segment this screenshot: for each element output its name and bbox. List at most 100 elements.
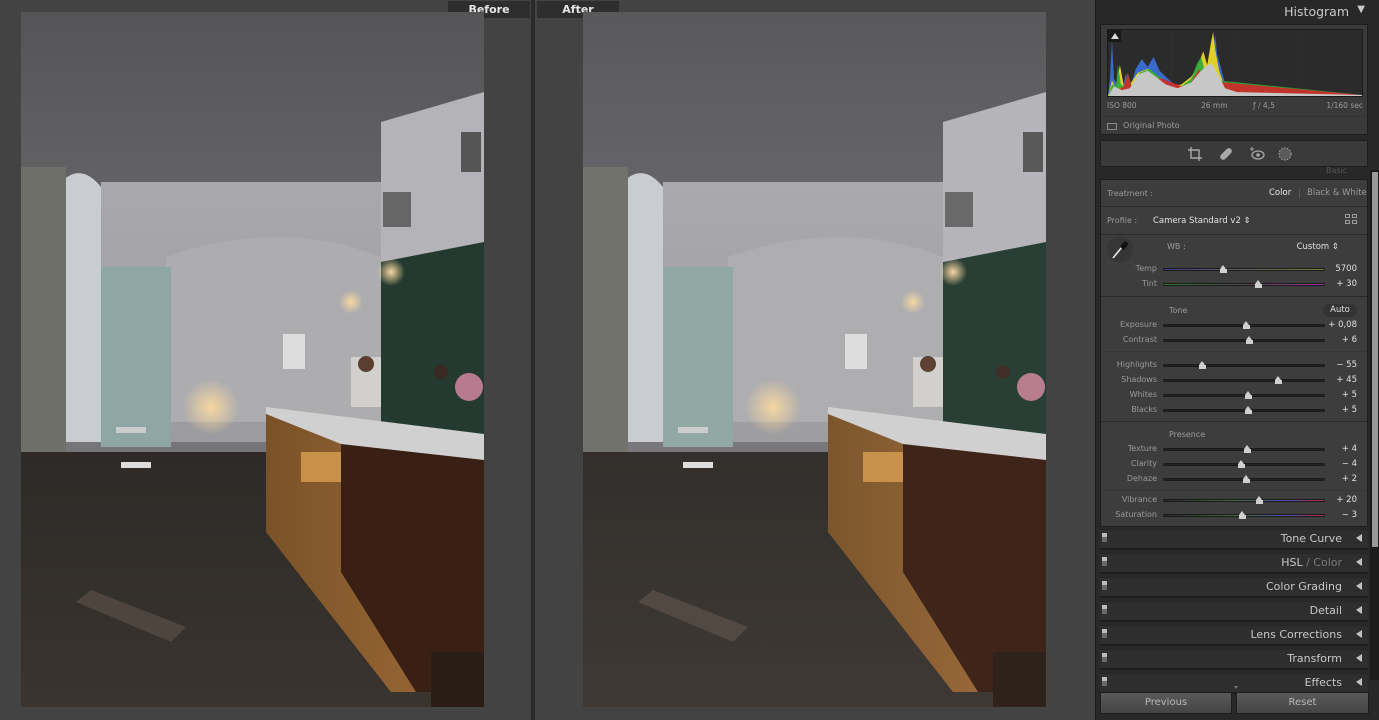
separator [1101,296,1367,297]
histogram-curve [1108,30,1362,96]
triangle-down-icon[interactable]: ▼ [1357,4,1365,15]
treatment-bw-button[interactable]: Black & White [1307,188,1367,198]
before-pane: Before [0,0,531,720]
separator [1101,421,1367,422]
dehaze-slider[interactable] [1163,475,1325,483]
texture-slider[interactable] [1163,445,1325,453]
healing-icon[interactable] [1218,146,1234,162]
triangle-left-icon[interactable] [1356,654,1362,662]
clarity-slider[interactable] [1163,460,1325,468]
section-title: Detail [1309,604,1342,617]
scrollbar-thumb[interactable] [1372,172,1378,547]
triangle-left-icon[interactable] [1356,606,1362,614]
triangle-left-icon[interactable] [1356,534,1362,542]
section-lens-corrections[interactable]: Lens Corrections [1100,626,1368,646]
section-toggle-switch[interactable] [1102,677,1107,686]
tint-slider[interactable] [1163,280,1325,288]
section-toggle-switch[interactable] [1102,557,1107,566]
red-eye-icon[interactable] [1249,146,1265,162]
saturation-slider-thumb[interactable] [1238,511,1246,519]
masking-icon[interactable] [1277,146,1293,162]
tint-value[interactable]: + 30 [1336,279,1357,289]
temp-value[interactable]: 5700 [1335,264,1357,274]
basic-section-header[interactable]: Basic [1326,166,1347,175]
exposure-slider-thumb[interactable] [1242,321,1250,329]
clarity-value[interactable]: − 4 [1342,459,1357,469]
section-toggle-switch[interactable] [1102,581,1107,590]
temp-slider-thumb[interactable] [1220,265,1228,273]
triangle-left-icon[interactable] [1356,582,1362,590]
tint-slider-thumb[interactable] [1255,280,1263,288]
texture-slider-thumb[interactable] [1244,445,1252,453]
cafe-interior-image [583,12,1046,707]
treatment-color-button[interactable]: Color [1269,188,1291,198]
original-photo-checkbox[interactable] [1107,123,1117,130]
before-photo[interactable] [21,12,484,707]
triangle-left-icon[interactable] [1356,558,1362,566]
section-toggle-switch[interactable] [1102,533,1107,542]
whites-slider[interactable] [1163,391,1325,399]
highlights-value[interactable]: − 55 [1336,360,1357,370]
previous-button[interactable]: Previous [1100,692,1232,714]
eyedropper-icon[interactable] [1107,236,1133,262]
whites-label: Whites [1129,390,1157,399]
section-label: HSL / Color [1281,556,1342,569]
vibrance-label: Vibrance [1121,495,1157,504]
exposure-value[interactable]: + 0,08 [1328,320,1357,330]
texture-value[interactable]: + 4 [1342,444,1357,454]
original-photo-row[interactable]: Original Photo [1101,116,1367,135]
after-photo[interactable] [583,12,1046,707]
vibrance-slider[interactable] [1163,496,1325,504]
section-hsl[interactable]: HSL / Color [1100,554,1368,574]
clarity-slider-thumb[interactable] [1237,460,1245,468]
panel-scrollbar[interactable] [1370,170,1379,680]
whites-value[interactable]: + 5 [1342,390,1357,400]
section-toggle-switch[interactable] [1102,653,1107,662]
wb-dropdown[interactable]: Custom ⇕ [1297,242,1339,252]
shadow-clipping-toggle[interactable] [1108,30,1121,42]
contrast-slider-thumb[interactable] [1245,336,1253,344]
blacks-value[interactable]: + 5 [1342,405,1357,415]
histogram-graph[interactable] [1107,29,1363,97]
section-toggle-switch[interactable] [1102,605,1107,614]
original-photo-label: Original Photo [1123,121,1180,130]
section-title: HSL [1281,556,1303,569]
profile-dropdown[interactable]: Camera Standard v2 ⇕ [1153,216,1251,226]
texture-label: Texture [1127,444,1157,453]
reset-button[interactable]: Reset [1236,692,1369,714]
triangle-left-icon[interactable] [1356,630,1362,638]
shadows-slider[interactable] [1163,376,1325,384]
shadows-slider-thumb[interactable] [1274,376,1282,384]
blacks-slider[interactable] [1163,406,1325,414]
contrast-slider[interactable] [1163,336,1325,344]
treatment-separator [1299,189,1300,198]
section-effects[interactable]: Effects [1100,674,1368,694]
vibrance-value[interactable]: + 20 [1336,495,1357,505]
histogram-header[interactable]: Histogram ▼ [1099,0,1369,24]
crop-icon[interactable] [1187,146,1203,162]
saturation-slider[interactable] [1163,511,1325,519]
exposure-slider[interactable] [1163,321,1325,329]
section-tone-curve[interactable]: Tone Curve [1100,530,1368,550]
auto-tone-button[interactable]: Auto [1323,304,1357,317]
profile-browser-icon[interactable] [1345,214,1359,226]
saturation-value[interactable]: − 3 [1342,510,1357,520]
temp-slider[interactable] [1163,265,1325,273]
dehaze-value[interactable]: + 2 [1342,474,1357,484]
vibrance-slider-thumb[interactable] [1256,496,1264,504]
section-transform[interactable]: Transform [1100,650,1368,670]
highlights-slider[interactable] [1163,361,1325,369]
dehaze-slider-thumb[interactable] [1242,475,1250,483]
develop-panel: Histogram ▼ ISO 800 26 mm ƒ / 4,5 1/160 … [1095,0,1379,720]
section-color-grading[interactable]: Color Grading [1100,578,1368,598]
whites-slider-thumb[interactable] [1245,391,1252,399]
section-toggle-switch[interactable] [1102,629,1107,638]
highlights-slider-thumb[interactable] [1199,361,1207,369]
contrast-value[interactable]: + 6 [1342,335,1357,345]
shadows-value[interactable]: + 45 [1336,375,1357,385]
compare-view: Before After [0,0,1095,720]
separator [1101,206,1367,207]
triangle-left-icon[interactable] [1356,678,1362,686]
blacks-slider-thumb[interactable] [1245,406,1252,414]
section-detail[interactable]: Detail [1100,602,1368,622]
